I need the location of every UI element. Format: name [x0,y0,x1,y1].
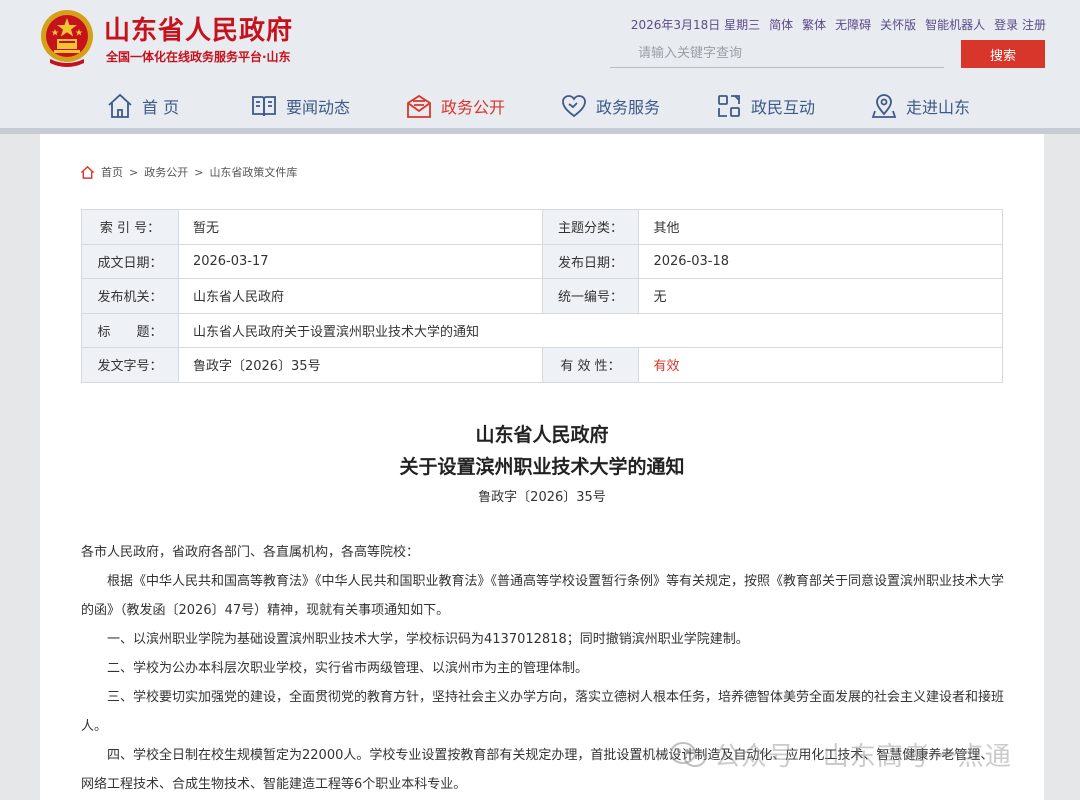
heart-icon [562,95,586,118]
table-row: 发文字号： 鲁政字〔2026〕35号 有 效 性： 有效 [81,347,1003,383]
breadcrumb-policy-library[interactable]: 山东省政策文件库 [209,164,297,180]
book-icon [252,96,276,117]
national-emblem-icon [41,10,93,67]
validity-value: 有效 [638,347,1003,383]
validity-label: 有 效 性： [541,347,640,383]
document-title: 关于设置滨州职业技术大学的通知 [399,456,685,478]
wechat-icon [670,741,706,767]
doc-number-value: 鲁政字〔2026〕35号 [177,347,543,383]
table-row: 成文日期： 2026-03-17 发布日期： 2026-03-18 [81,243,1003,279]
robot-link[interactable]: 智能机器人 [925,16,985,33]
traditional-chinese-link[interactable]: 繁体 [802,16,826,33]
login-register-link[interactable]: 登录 注册 [994,16,1046,33]
nav-shandong[interactable]: 走进山东 [870,84,970,128]
issuer-label: 发布机关： [81,278,179,314]
mail-icon [407,94,431,118]
breadcrumb-separator: > [129,165,139,179]
breadcrumb: 首页 > 政务公开 > 山东省政策文件库 [80,164,297,180]
breadcrumb-government-affairs[interactable]: 政务公开 [144,164,188,180]
content-card: 首页 > 政务公开 > 山东省政策文件库 索 引 号： 暂无 主题分类： 其他 … [40,134,1044,800]
watermark: 公众号 · 山东高考一点通 [668,736,1012,773]
paragraph: 三、学校要切实加强党的建设，全面贯彻党的教育方针，坚持社会主义办学方向，落实立德… [81,690,1005,734]
topic-label: 主题分类： [541,209,640,245]
home-icon [108,93,132,118]
written-date-label: 成文日期： [81,243,179,279]
doc-number-label: 发文字号： [81,347,179,383]
nav-label: 要闻动态 [286,98,351,117]
search-button[interactable]: 搜索 [961,40,1045,68]
salutation: 各市人民政府，省政府各部门、各直属机构，各高等院校： [81,545,420,560]
search-input[interactable] [610,40,944,68]
document-title-issuer: 山东省人民政府 [475,424,609,446]
table-row: 发布机关： 山东省人民政府 统一编号： 无 [81,278,1003,314]
nav-services[interactable]: 政务服务 [560,84,660,128]
nav-label: 首 页 [142,98,180,117]
document-meta-table: 索 引 号： 暂无 主题分类： 其他 成文日期： 2026-03-17 发布日期… [81,209,1004,383]
title-value: 山东省人民政府关于设置滨州职业技术大学的通知 [177,312,1004,348]
published-date-label: 发布日期： [541,243,640,279]
paragraph: 一、以滨州职业学院为基础设置滨州职业技术大学，学校标识码为4137012818；… [107,632,749,647]
nav-label: 走进山东 [906,98,971,117]
breadcrumb-separator: > [194,165,204,179]
top-links: 2026年3月18日 星期三 简体 繁体 无障碍 关怀版 智能机器人 登录 注册 [631,16,1046,33]
nav-label: 政务服务 [596,98,661,117]
nav-home[interactable]: 首 页 [106,84,179,128]
accessibility-link[interactable]: 无障碍 [835,16,871,33]
nav-news[interactable]: 要闻动态 [250,84,350,128]
document-number: 鲁政字〔2026〕35号 [478,490,606,505]
table-row: 标 题： 山东省人民政府关于设置滨州职业技术大学的通知 [81,312,1004,348]
nav-government-affairs[interactable]: 政务公开 [405,84,505,128]
home-icon[interactable] [80,165,95,180]
index-value: 暂无 [177,209,543,245]
paragraph: 二、学校为公办本科层次职业学校，实行省市两级管理、以滨州市为主的管理体制。 [107,661,589,676]
nav-label: 政务公开 [441,98,506,117]
index-label: 索 引 号： [81,209,179,245]
location-icon [871,94,897,118]
serial-value: 无 [638,278,1003,314]
issuer-value: 山东省人民政府 [177,278,543,314]
serial-label: 统一编号： [541,278,640,314]
site-title[interactable]: 山东省人民政府 [104,10,293,47]
nav-label: 政民互动 [751,98,816,117]
watermark-text: 公众号 · 山东高考一点通 [714,742,1012,772]
current-date: 2026年3月18日 星期三 [630,18,761,32]
table-row: 索 引 号： 暂无 主题分类： 其他 [81,209,1003,245]
main-nav: 首 页 要闻动态 政务公开 政务服务 政民互动 走进山东 [0,84,1080,128]
breadcrumb-home[interactable]: 首页 [101,164,123,180]
site-subtitle: 全国一体化在线政务服务平台·山东 [106,50,291,64]
title-label: 标 题： [81,312,179,348]
written-date-value: 2026-03-17 [177,243,543,279]
elder-mode-link[interactable]: 关怀版 [880,16,916,33]
topic-value: 其他 [638,209,1003,245]
interaction-icon [718,95,740,117]
simplified-chinese-link[interactable]: 简体 [769,16,793,33]
published-date-value: 2026-03-18 [638,243,1003,279]
site-header: 山东省人民政府 全国一体化在线政务服务平台·山东 2026年3月18日 星期三 … [0,0,1080,130]
paragraph: 根据《中华人民共和国高等教育法》《中华人民共和国职业教育法》《普通高等学校设置暂… [81,574,1005,618]
nav-interaction[interactable]: 政民互动 [715,84,815,128]
